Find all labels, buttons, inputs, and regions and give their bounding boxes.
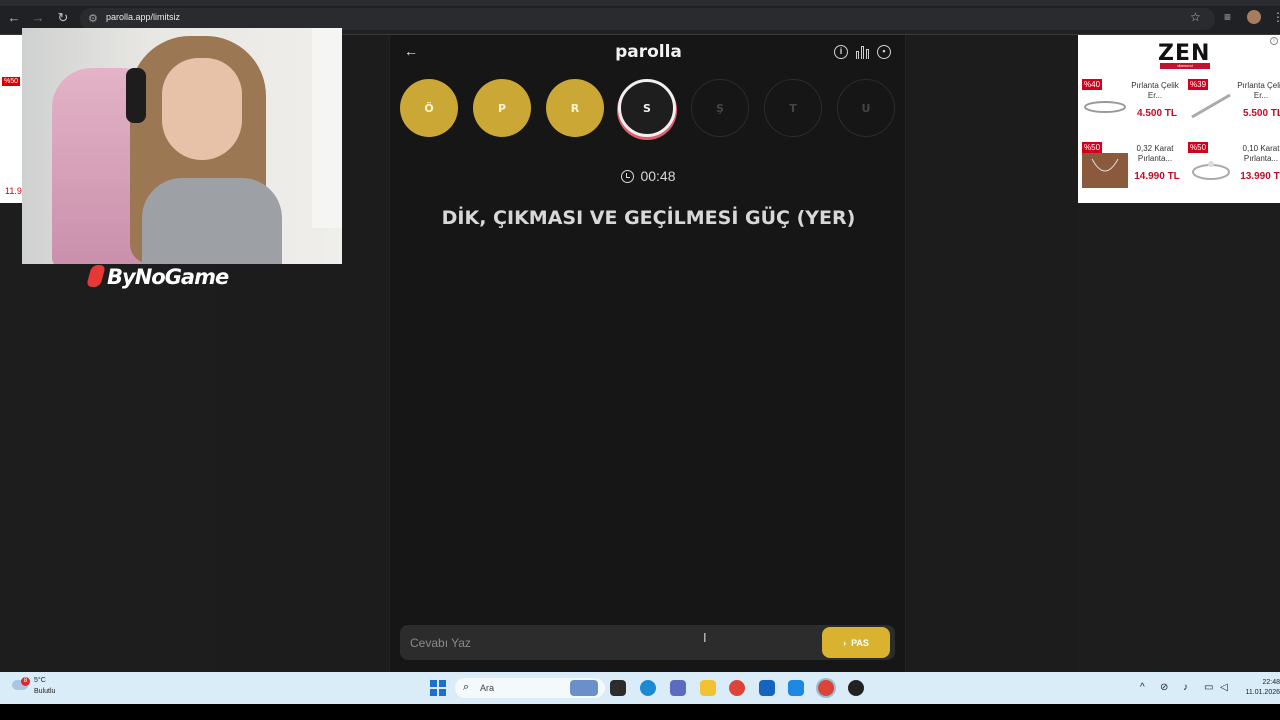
discount-badge: %50 xyxy=(1188,142,1209,153)
letter-circle: R xyxy=(546,79,604,137)
ad-product[interactable]: %50 0,10 Karat Pırlanta... 13.990 TL xyxy=(1184,142,1280,198)
letter-label: U xyxy=(861,101,871,115)
product-price: 14.990 TL xyxy=(1134,171,1180,182)
microphone-icon[interactable]: ♪ xyxy=(1183,682,1188,693)
letter-circle: T xyxy=(764,79,822,137)
bracelet-image-icon xyxy=(1084,101,1126,113)
letter-label: S xyxy=(643,101,651,115)
store-icon[interactable] xyxy=(759,680,775,696)
volume-icon[interactable]: ◁ xyxy=(1220,682,1228,693)
ad-price: 11.9 xyxy=(5,186,22,196)
product-name: 0,32 Karat Pırlanta... xyxy=(1136,144,1174,163)
network-icon[interactable]: ▭ xyxy=(1204,682,1213,693)
hidden-eye-icon[interactable]: ⊘ xyxy=(1160,682,1168,693)
chrome-icon[interactable] xyxy=(729,680,745,696)
search-highlight-icon[interactable] xyxy=(570,680,598,696)
product-name: Pırlanta Çelik Er... xyxy=(1237,81,1280,100)
answer-bar: I › PAS xyxy=(400,625,895,660)
taskbar-clock[interactable]: 22:48 11.01.2026 xyxy=(1234,678,1280,698)
necklace-image-icon xyxy=(1082,153,1128,188)
terminal-icon[interactable] xyxy=(610,680,626,696)
ad-product[interactable]: %40 Pırlanta Çelik Er... 4.500 TL xyxy=(1078,79,1182,135)
ad-brand-sub: diamond xyxy=(1160,63,1210,69)
ring-image-icon xyxy=(1192,161,1230,180)
letter-label: R xyxy=(570,101,580,115)
forward-arrow-icon[interactable]: → xyxy=(30,10,46,26)
answer-input[interactable] xyxy=(410,625,810,660)
clock-date: 11.01.2026 xyxy=(1245,689,1280,696)
product-name: 0,10 Karat Pırlanta... xyxy=(1242,144,1280,163)
letter-circle: Ö xyxy=(400,79,458,137)
copilot-icon[interactable] xyxy=(670,680,686,696)
info-icon[interactable]: i xyxy=(834,45,848,59)
back-arrow-icon[interactable]: ← xyxy=(6,10,22,26)
letter-label: Ö xyxy=(424,101,434,115)
menu-kebab-icon[interactable]: ⋮ xyxy=(1272,10,1280,24)
game-header: ← parolla i • xyxy=(390,35,907,69)
game-panel: ← parolla i • Ö P R S Ş T U 00:48 DİK, Ç… xyxy=(389,35,906,672)
discount-badge: %39 xyxy=(1188,79,1209,90)
timer-value: 00:48 xyxy=(640,168,676,184)
webcam-overlay xyxy=(22,28,342,264)
product-price: 13.990 TL xyxy=(1240,171,1280,182)
letter-circle: Ş xyxy=(691,79,749,137)
pass-button-label: PAS xyxy=(851,637,869,648)
clock-time: 22:48 xyxy=(1262,679,1280,686)
windows-taskbar: 8 5°C Bulutlu ⌕ Ara ^ ⊘ ♪ ▭ ◁ 22:48 11.0… xyxy=(0,672,1280,704)
media-control-icon[interactable]: ≡ xyxy=(1224,10,1231,24)
jewelry-ad-banner[interactable]: i ZEN diamond %40 Pırlanta Çelik Er... 4… xyxy=(1078,35,1280,203)
letter-label: P xyxy=(497,101,507,115)
search-label: Ara xyxy=(480,683,495,693)
logo-text: ByNoGame xyxy=(107,265,229,289)
ad-product[interactable]: %50 0,32 Karat Pırlanta... 14.990 TL xyxy=(1078,142,1182,198)
clock-icon xyxy=(621,170,635,183)
obs-icon[interactable] xyxy=(848,680,864,696)
bracelet-image-icon xyxy=(1191,93,1231,119)
letter-label: T xyxy=(789,101,797,115)
profile-avatar[interactable] xyxy=(1247,10,1261,24)
site-info-icon[interactable]: ⚙ xyxy=(88,12,98,25)
discount-badge: %40 xyxy=(1082,79,1103,90)
bookmark-star-icon[interactable]: ☆ xyxy=(1190,10,1201,24)
product-price: 5.500 TL xyxy=(1242,108,1280,119)
weather-condition: Bulutlu xyxy=(34,688,56,695)
product-price: 4.500 TL xyxy=(1136,108,1178,119)
search-icon: ⌕ xyxy=(463,681,470,693)
stats-icon[interactable] xyxy=(856,45,870,59)
letter-label: Ş xyxy=(716,101,724,115)
profile-icon[interactable]: • xyxy=(877,45,891,59)
pass-button[interactable]: › PAS xyxy=(822,627,890,658)
ad-info-icon[interactable]: i xyxy=(1270,37,1278,45)
letter-circle: U xyxy=(837,79,895,137)
letter-circle-current: S xyxy=(618,79,676,137)
outlook-icon[interactable] xyxy=(788,680,804,696)
address-url: parolla.app/limitsiz xyxy=(106,12,181,22)
file-explorer-icon[interactable] xyxy=(700,680,716,696)
countdown-timer: 00:48 xyxy=(390,168,907,184)
edge-icon[interactable] xyxy=(640,680,656,696)
windows-start-icon[interactable] xyxy=(430,680,446,696)
chevron-up-icon[interactable]: ^ xyxy=(1140,682,1145,693)
letter-circle: P xyxy=(473,79,531,137)
product-name: Pırlanta Çelik Er... xyxy=(1131,81,1179,100)
address-bar[interactable]: ⚙ parolla.app/limitsiz xyxy=(80,8,1215,30)
discount-badge: %50 xyxy=(2,77,21,86)
chevron-right-icon: › xyxy=(843,637,847,648)
weather-temp: 5°C xyxy=(34,677,46,684)
chrome-active-icon[interactable] xyxy=(818,680,834,696)
notification-badge: 8 xyxy=(21,677,30,686)
ad-product[interactable]: %39 Pırlanta Çelik Er... 5.500 TL xyxy=(1184,79,1280,135)
logo-mark-icon xyxy=(86,265,106,287)
stream-logo: ByNoGame xyxy=(86,265,229,295)
question-text: DİK, ÇIKMASI VE GEÇİLMESİ GÜÇ (YER) xyxy=(441,207,856,229)
tab-strip xyxy=(0,0,1280,6)
bottom-letterbox xyxy=(0,704,1280,720)
text-cursor-icon: I xyxy=(703,630,707,645)
left-ad-banner[interactable]: %50 11.9 xyxy=(0,35,23,203)
game-title: parolla xyxy=(615,42,682,62)
reload-icon[interactable]: ↻ xyxy=(55,10,71,26)
